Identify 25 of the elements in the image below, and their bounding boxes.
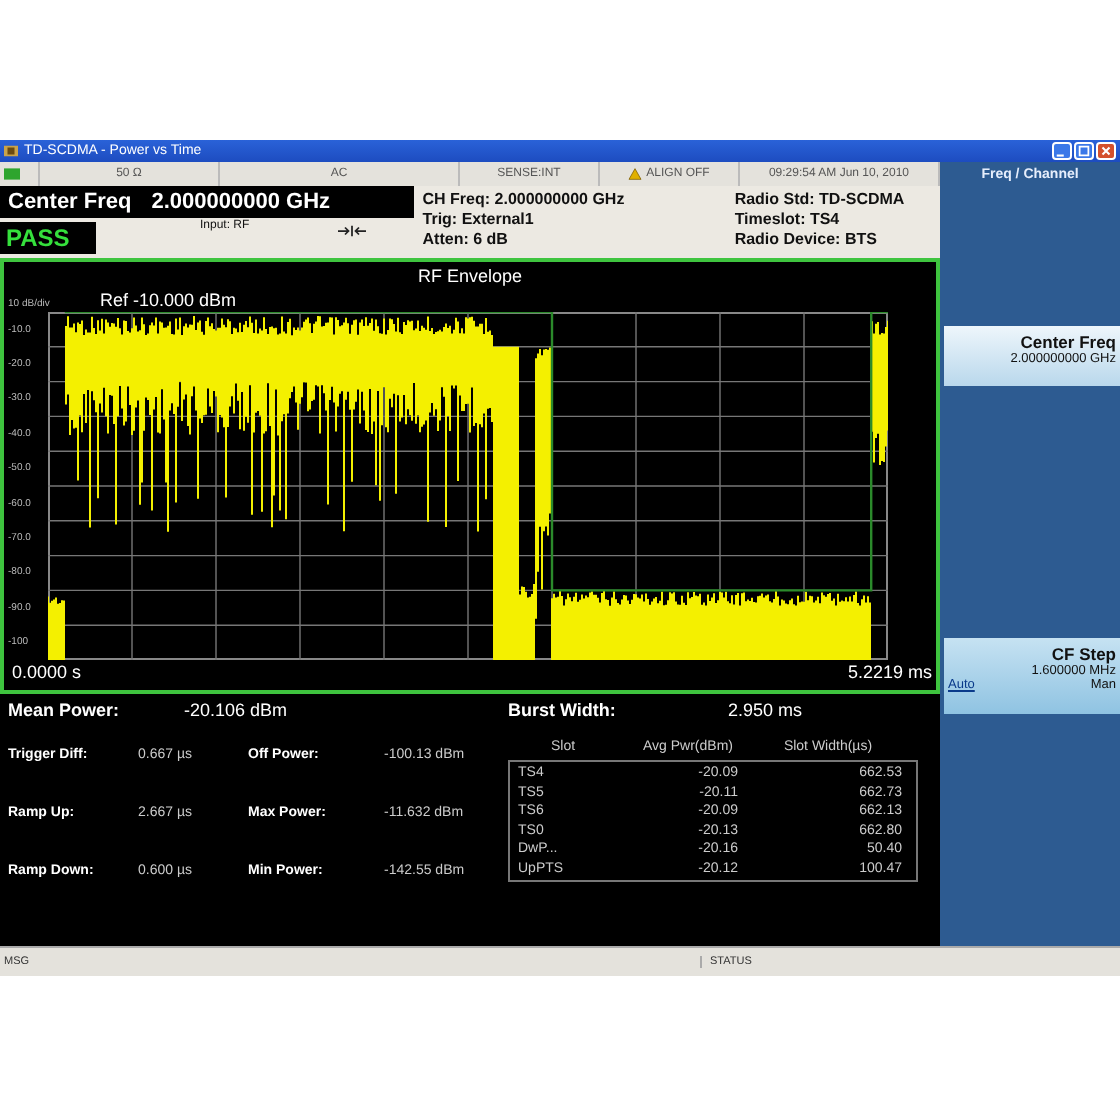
setting-text: Timeslot: TS4 — [734, 210, 842, 230]
arrows-icon — [337, 224, 366, 238]
metric-value: 2.950 ms — [728, 700, 805, 720]
metric-label: Burst Width: — [508, 700, 618, 720]
setting-text: Radio Std: TD-SCDMA — [734, 190, 907, 210]
maximize-button[interactable] — [1074, 142, 1094, 160]
setting-text: Radio Device: BTS — [734, 230, 879, 250]
close-button[interactable] — [1096, 142, 1116, 160]
minimize-button[interactable] — [1052, 142, 1072, 160]
metric-label: Mean Power: — [8, 700, 122, 720]
plot-title: RF Envelope — [415, 266, 525, 288]
maximize-icon — [1076, 144, 1092, 158]
app-icon — [4, 144, 18, 158]
setting-text: Trig: External1 — [422, 210, 536, 230]
metric-value: -20.106 dBm — [184, 700, 290, 720]
axis-label: 0.0000 s — [12, 662, 82, 682]
warning-icon — [628, 168, 643, 180]
reference-level: Ref -10.000 dBm — [100, 290, 237, 310]
result-indicator: PASS — [0, 222, 96, 254]
setting-text: CH Freq: 2.000000000 GHz — [422, 190, 627, 210]
axis-label: 5.2219 ms — [847, 662, 932, 682]
lxi-icon — [4, 168, 20, 180]
close-icon — [1098, 144, 1114, 158]
center-freq-display: Center Freq 2.000000000 GHz — [0, 186, 415, 218]
setting-text: Atten: 6 dB — [422, 230, 510, 250]
